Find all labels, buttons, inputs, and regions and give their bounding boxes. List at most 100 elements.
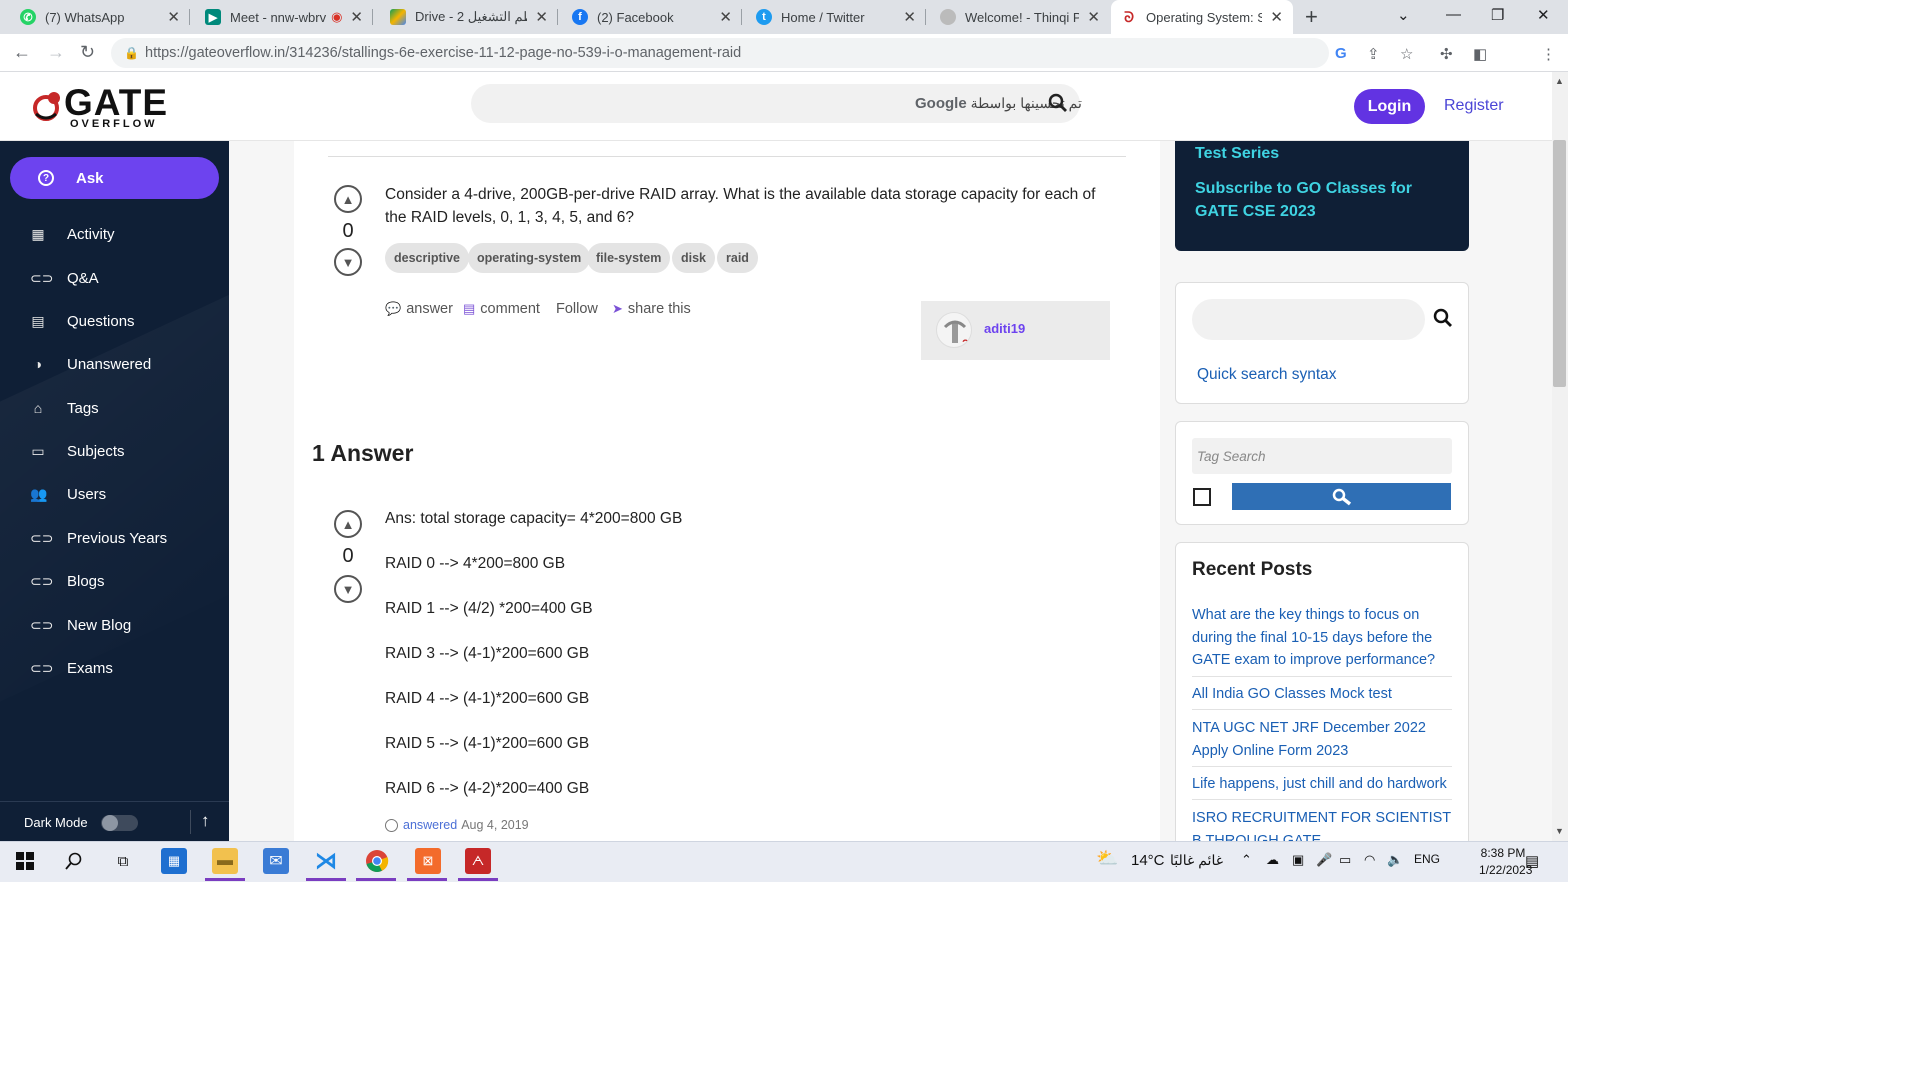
scroll-down-arrow-icon[interactable]: ▼: [1555, 826, 1564, 836]
close-tab-icon[interactable]: ✕: [903, 8, 916, 26]
scroll-top-icon[interactable]: ↑: [201, 811, 210, 831]
system-clock[interactable]: 8:38 PM 1/22/2023: [1479, 845, 1532, 879]
tab-facebook[interactable]: f (2) Facebook ✕: [562, 0, 742, 34]
tag-chip[interactable]: descriptive: [385, 243, 470, 273]
gateoverflow-logo[interactable]: GATE OVERFLOW: [32, 82, 167, 130]
minimize-icon[interactable]: —: [1446, 6, 1461, 23]
onedrive-icon[interactable]: ☁: [1266, 852, 1279, 868]
file-explorer-icon[interactable]: ▬: [212, 848, 238, 874]
comment-button[interactable]: ▤ comment: [463, 301, 540, 317]
acrobat-icon[interactable]: ᗅ: [465, 848, 491, 874]
tag-chip[interactable]: disk: [672, 243, 716, 273]
author-name[interactable]: aditi19: [984, 321, 1025, 336]
notifications-icon[interactable]: ▤: [1525, 852, 1539, 870]
url-text[interactable]: https://gateoverflow.in/314236/stallings…: [145, 45, 741, 61]
close-window-icon[interactable]: ✕: [1537, 6, 1550, 24]
tab-thinqi[interactable]: Welcome! - Thinqi Pla ✕: [930, 0, 1110, 34]
scrollbar-thumb[interactable]: [1553, 140, 1566, 387]
restore-icon[interactable]: ❐: [1491, 6, 1504, 24]
close-tab-icon[interactable]: ✕: [1087, 8, 1100, 26]
follow-button[interactable]: Follow: [556, 301, 598, 317]
close-tab-icon[interactable]: ✕: [350, 8, 363, 26]
bookmark-star-icon[interactable]: ☆: [1400, 45, 1413, 63]
close-tab-icon[interactable]: ✕: [1270, 8, 1283, 26]
language-indicator[interactable]: ENG: [1414, 852, 1440, 866]
answered-link[interactable]: answered: [403, 818, 457, 832]
microsoft-store-icon[interactable]: ▦: [161, 848, 187, 874]
tag-search-checkbox[interactable]: [1193, 488, 1211, 506]
show-hidden-icons-icon[interactable]: ⌃: [1241, 852, 1252, 868]
scroll-up-arrow-icon[interactable]: ▲: [1555, 76, 1564, 86]
sidebar-item-exams[interactable]: ⊂⊃ Exams: [30, 656, 113, 680]
close-tab-icon[interactable]: ✕: [719, 8, 732, 26]
device-icon[interactable]: ▣: [1292, 852, 1304, 868]
search-icon[interactable]: [1433, 308, 1453, 334]
reload-icon[interactable]: ↻: [80, 42, 95, 63]
share-icon[interactable]: ⇪: [1367, 45, 1380, 63]
promo-banner[interactable]: Test Series Subscribe to GO Classes for …: [1175, 141, 1469, 251]
tab-whatsapp[interactable]: ✆ (7) WhatsApp ✕: [10, 0, 190, 34]
recent-post-link[interactable]: ISRO RECRUITMENT FOR SCIENTIST B THROUGH…: [1192, 807, 1452, 841]
recent-post-link[interactable]: NTA UGC NET JRF December 2022 Apply Onli…: [1192, 717, 1452, 767]
sidebar-item-activity[interactable]: ▦ Activity: [30, 222, 114, 246]
tag-chip[interactable]: operating-system: [468, 243, 591, 273]
tab-twitter[interactable]: t Home / Twitter ✕: [746, 0, 926, 34]
google-translate-icon[interactable]: G: [1335, 45, 1347, 62]
sidebar-item-users[interactable]: 👥 Users: [30, 482, 106, 506]
avatar[interactable]: ?: [936, 312, 972, 348]
microphone-icon[interactable]: 🎤: [1316, 852, 1332, 868]
sidebar-item-qa[interactable]: ⊂⊃ Q&A: [30, 266, 99, 290]
dark-mode-toggle[interactable]: [101, 815, 138, 831]
tag-search-input[interactable]: Tag Search: [1192, 438, 1452, 474]
volume-icon[interactable]: 🔈: [1387, 852, 1403, 868]
close-tab-icon[interactable]: ✕: [167, 8, 180, 26]
close-tab-icon[interactable]: ✕: [535, 8, 548, 26]
answer-upvote-icon[interactable]: ▲: [334, 510, 362, 538]
mail-icon[interactable]: ✉: [263, 848, 289, 874]
ask-button[interactable]: ? Ask: [10, 157, 219, 199]
chrome-icon[interactable]: [364, 848, 390, 874]
extensions-icon[interactable]: ✣: [1440, 45, 1453, 63]
battery-icon[interactable]: ▭: [1339, 852, 1351, 868]
register-link[interactable]: Register: [1444, 97, 1504, 115]
question-upvote-icon[interactable]: ▲: [334, 185, 362, 213]
recent-post-link[interactable]: Life happens, just chill and do hardwork: [1192, 773, 1452, 800]
sidebar-item-questions[interactable]: ▤ Questions: [30, 309, 134, 333]
chrome-menu-icon[interactable]: ⋮: [1541, 45, 1556, 63]
sidebar-item-blogs[interactable]: ⊂⊃ Blogs: [30, 569, 105, 593]
xampp-icon[interactable]: ⊠: [415, 848, 441, 874]
tab-search-icon[interactable]: ⌄: [1397, 6, 1410, 24]
side-panel-icon[interactable]: ◧: [1473, 45, 1487, 63]
answer-button[interactable]: 💬 answer: [385, 301, 453, 317]
wifi-icon[interactable]: ◠: [1364, 852, 1375, 868]
recent-post-link[interactable]: What are the key things to focus on duri…: [1192, 604, 1452, 677]
promo-title[interactable]: Test Series: [1195, 145, 1279, 163]
lock-icon[interactable]: 🔒: [124, 46, 139, 60]
sidebar-item-previous-years[interactable]: ⊂⊃ Previous Years: [30, 526, 167, 550]
tag-chip[interactable]: file-system: [587, 243, 671, 273]
search-icon[interactable]: [1048, 93, 1068, 118]
tag-search-button[interactable]: [1232, 483, 1451, 510]
quick-search-input[interactable]: [1192, 299, 1425, 340]
task-view-icon[interactable]: ⧉: [110, 848, 136, 874]
quick-search-syntax-link[interactable]: Quick search syntax: [1197, 366, 1337, 384]
back-icon[interactable]: ←: [13, 42, 31, 63]
tab-gateoverflow[interactable]: ᘐ Operating System: St ✕: [1111, 0, 1293, 34]
sidebar-item-subjects[interactable]: ▭ Subjects: [30, 439, 124, 463]
tab-drive[interactable]: Drive - نظم التشغيل 2 ✕: [380, 0, 558, 34]
recent-post-link[interactable]: All India GO Classes Mock test: [1192, 683, 1452, 710]
login-button[interactable]: Login: [1354, 89, 1425, 124]
tab-meet[interactable]: ▶ Meet - nnw-wbrv ◉ ✕: [195, 0, 373, 34]
sidebar-item-tags[interactable]: ⌂ Tags: [30, 396, 99, 420]
search-icon[interactable]: [61, 848, 87, 874]
question-downvote-icon[interactable]: ▼: [334, 248, 362, 276]
promo-subscribe-link[interactable]: Subscribe to GO Classes for GATE CSE 202…: [1195, 177, 1445, 223]
windows-start-icon[interactable]: [12, 848, 38, 874]
weather-desc[interactable]: غائم غالبًا: [1170, 852, 1223, 869]
weather-cloudy-icon[interactable]: ⛅: [1096, 848, 1118, 869]
answer-downvote-icon[interactable]: ▼: [334, 575, 362, 603]
new-tab-icon[interactable]: +: [1305, 4, 1318, 30]
forward-icon[interactable]: →: [47, 42, 65, 63]
share-button[interactable]: ➤ share this: [612, 301, 691, 317]
sidebar-item-unanswered[interactable]: ◑ Unanswered: [30, 352, 151, 376]
